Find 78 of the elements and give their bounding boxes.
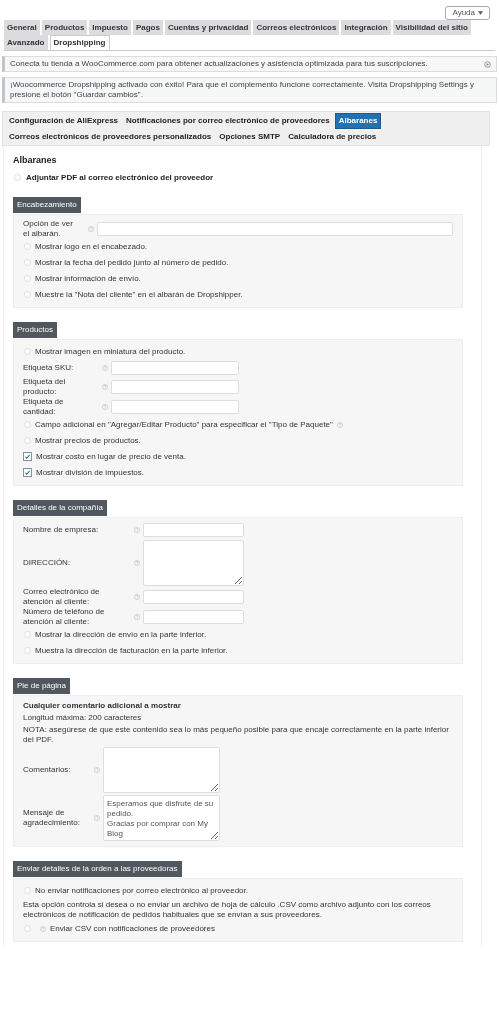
settings-tab[interactable]: Correos electrónicos: [253, 20, 340, 35]
text-field[interactable]: [111, 399, 239, 414]
note-text: Longitud máxima: 200 caracteres: [23, 711, 143, 724]
field-label: Número de teléfono de atención al cliente:: [23, 606, 106, 627]
field-label: Comentarios:: [23, 764, 72, 775]
help-icon: [40, 925, 46, 932]
text-area[interactable]: Esperamos que disfrute de su pedido. Gracias por comprar con My Blog: [103, 794, 220, 841]
caret-icon: [478, 11, 483, 15]
note-text: Cualquier comentario adicional a mostrar: [23, 699, 182, 712]
help-icon: [102, 365, 108, 371]
help-button[interactable]: Ayuda: [445, 6, 490, 20]
text-field[interactable]: [143, 589, 244, 604]
text-field[interactable]: [143, 523, 244, 537]
checkbox-label: Adjuntar PDF al correo electrónico del proveedor: [26, 171, 214, 184]
settings-tab[interactable]: General: [4, 20, 40, 35]
field-label: Opción de ver el albarán.: [23, 218, 74, 239]
help-icon: [88, 225, 94, 232]
help-icon: [94, 766, 100, 773]
checkbox-label: Mostrar información de envío.: [35, 273, 141, 284]
help-icon: [102, 403, 108, 410]
settings-tab[interactable]: Integración: [341, 20, 391, 35]
note-text: Esta opción controla si desea o no enviar un archivo de hoja de cálculo .CSV como archivo adjunto con los correos electrónicos de notificación de pedidos habituales que se envían a sus proveedores.: [23, 898, 432, 921]
plugin-tab[interactable]: Correos electrónicos de proveedores personalizados: [6, 129, 215, 145]
plugin-tab[interactable]: Notificaciones por correo electrónico de proveedores: [123, 113, 333, 129]
checkbox[interactable]: [23, 468, 32, 477]
field-label: Correo electrónico de atención al cliente:: [23, 586, 101, 607]
help-icon: [134, 613, 140, 620]
plugin-tab[interactable]: Opciones SMTP: [216, 129, 284, 145]
plugin-tab[interactable]: Configuración de AliExpress: [6, 113, 122, 129]
checkbox-label: Mostrar logo en el encabezado.: [35, 241, 148, 252]
notice-text: ¡Woocommerce Dropshipping activado con éxito! Para que el complemento funcione correctamente. Visita Dropshipping Settings y presione el botón "Guardar cambios".: [10, 80, 475, 100]
checkbox-label: Mostrar precios de productos.: [35, 435, 141, 446]
settings-tab[interactable]: Avanzado: [4, 35, 48, 50]
field-label: DIRECCIÓN:: [23, 557, 72, 568]
field-label: Mensaje de agradecimiento:: [23, 807, 81, 828]
settings-tab[interactable]: Visibilidad del sitio: [392, 20, 471, 35]
section-header: Pie de página: [13, 677, 70, 694]
text-field[interactable]: [111, 379, 239, 394]
settings-tab[interactable]: Dropshipping: [49, 35, 110, 50]
settings-tab[interactable]: Impuesto: [89, 20, 131, 35]
checkbox-label: Mostrar la dirección de envío en la parte inferior.: [35, 629, 207, 640]
field-label: Nombre de empresa:: [23, 525, 100, 535]
checkbox[interactable]: [23, 452, 32, 461]
help-icon: [336, 421, 343, 428]
settings-tab[interactable]: Productos: [41, 20, 88, 35]
checkbox-label: Campo adicional en "Agregar/Editar Producto" para especificar el "Tipo de Paquete": [35, 419, 333, 430]
section-header: Detalles de la compañía: [13, 499, 107, 516]
checkbox-label: Muestre la "Nota del cliente" en el albarán de Dropshipper.: [35, 289, 243, 300]
plugin-tab[interactable]: Albaranes: [334, 113, 382, 129]
field-label: Etiqueta de cantidad:: [23, 396, 65, 417]
field-label: Etiqueta SKU:: [23, 363, 75, 373]
field-label: Etiqueta del producto:: [23, 376, 67, 397]
section-header: Enviar detalles de la orden a las proveedoras: [13, 860, 182, 877]
text-field[interactable]: [143, 609, 244, 624]
help-icon: [134, 593, 140, 600]
text-field[interactable]: [97, 221, 453, 236]
settings-tab[interactable]: Pagos: [132, 20, 163, 35]
help-icon: [94, 814, 100, 821]
checkbox-label: Mostrar la fecha del pedido junto al número de pedido.: [35, 257, 229, 268]
text-field[interactable]: [111, 361, 239, 375]
checkbox-label: Mostrar imagen en miniatura del producto.: [35, 346, 186, 357]
section-header: Productos: [13, 321, 58, 338]
section-header: Encabezamiento: [13, 196, 81, 213]
page-title: Albaranes: [13, 154, 58, 167]
settings-tab[interactable]: Cuentas y privacidad: [164, 20, 252, 35]
note-text: NOTA: asegúrese de que este contenido sea lo más pequeño posible para que encaje correctamente en la parte inferior del PDF.: [23, 723, 450, 746]
help-icon: [102, 383, 108, 390]
checkbox-label: Muestra la dirección de facturación en la parte inferior.: [35, 645, 228, 656]
notice-text: Conecta tu tienda a WooCommerce.com para obtener actualizaciones y asistencia optimizada para tus suscripciones.: [10, 59, 428, 69]
checkbox-label: Enviar CSV con notificaciones de proveedores: [50, 923, 215, 934]
text-area[interactable]: [103, 746, 220, 793]
text-area[interactable]: [143, 539, 244, 586]
help-icon: [134, 527, 140, 533]
checkbox-label: Mostrar costo en lugar de precio de venta.: [36, 451, 186, 462]
checkbox-label: Mostrar división de impuestos.: [36, 467, 145, 478]
help-icon: [134, 559, 140, 566]
checkbox-label: No enviar notificaciones por correo electrónico al proveedor.: [35, 885, 248, 896]
plugin-tab[interactable]: Calculadora de precios: [285, 129, 380, 145]
